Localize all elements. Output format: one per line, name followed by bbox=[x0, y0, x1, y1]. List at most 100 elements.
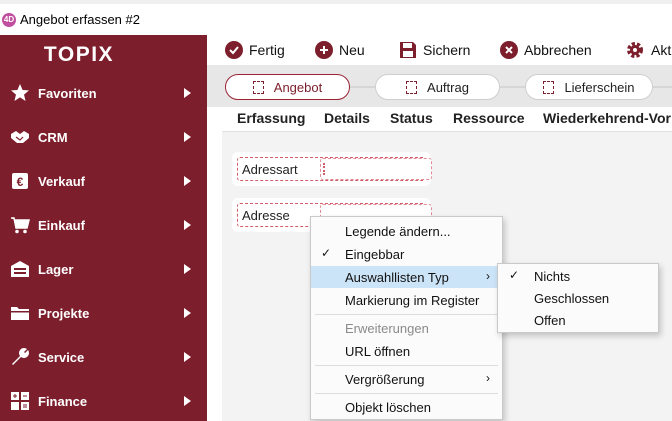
aktionen-button[interactable]: Akti bbox=[625, 35, 672, 65]
document-icon bbox=[406, 80, 418, 94]
chevron-right-icon bbox=[184, 220, 191, 230]
sales-icon: € bbox=[10, 171, 30, 191]
menu-item-label: URL öffnen bbox=[345, 343, 411, 359]
adressart-label: Adressart bbox=[242, 162, 298, 177]
adressart-input[interactable] bbox=[320, 158, 432, 180]
drag-handle-icon bbox=[323, 163, 327, 175]
menu-item-erweiterungen: Erweiterungen bbox=[311, 317, 502, 339]
topix-logo: TOPIX bbox=[43, 43, 115, 66]
app-icon: 4D bbox=[2, 12, 16, 27]
menu-item-label: Legende ändern... bbox=[345, 223, 451, 239]
sidebar-item-label: Verkauf bbox=[38, 173, 85, 189]
chevron-right-icon bbox=[184, 176, 191, 186]
cart-icon bbox=[10, 215, 30, 235]
chevron-right-icon: › bbox=[486, 371, 490, 385]
sidebar-item-einkauf[interactable]: Einkauf bbox=[0, 205, 207, 245]
checkmark-icon: ✓ bbox=[321, 246, 332, 260]
chevron-right-icon bbox=[184, 264, 191, 274]
handshake-icon bbox=[10, 127, 30, 147]
wrench-icon bbox=[10, 347, 30, 367]
menu-item-label: Erweiterungen bbox=[345, 320, 429, 336]
menu-item-markierung[interactable]: Markierung im Register bbox=[311, 289, 502, 311]
submenu-item-label: Geschlossen bbox=[534, 290, 610, 306]
document-icon bbox=[252, 80, 264, 94]
chevron-right-icon bbox=[184, 308, 191, 318]
sidebar-item-label: Lager bbox=[38, 261, 74, 277]
chevron-right-icon bbox=[184, 352, 191, 362]
abbrechen-label: Abbrechen bbox=[524, 42, 592, 58]
document-icon bbox=[543, 80, 555, 94]
checkmark-icon: ✓ bbox=[509, 268, 520, 282]
workflow-step-auftrag[interactable]: Auftrag bbox=[375, 74, 500, 100]
menu-item-label: Eingebbar bbox=[345, 246, 405, 262]
tab-erfassung[interactable]: Erfassung bbox=[237, 110, 305, 126]
sidebar-item-projekte[interactable]: Projekte bbox=[0, 293, 207, 333]
adressart-field-group: Adressart bbox=[232, 152, 432, 186]
sidebar-item-verkauf[interactable]: € Verkauf bbox=[0, 161, 207, 201]
menu-separator bbox=[315, 393, 498, 394]
sidebar-item-service[interactable]: Service bbox=[0, 337, 207, 377]
submenu-item-label: Offen bbox=[534, 312, 566, 328]
submenu-auswahllisten-typ: ✓ Nichts Geschlossen Offen bbox=[497, 263, 659, 333]
workflow-label: Lieferschein bbox=[564, 79, 635, 95]
submenu-item-nichts[interactable]: ✓ Nichts bbox=[498, 265, 658, 287]
menu-item-eingebbar[interactable]: ✓ Eingebbar bbox=[311, 243, 502, 265]
sidebar-item-label: Service bbox=[38, 349, 85, 365]
adresse-label: Adresse bbox=[242, 208, 290, 223]
window-title: Angebot erfassen #2 bbox=[20, 12, 140, 27]
title-bar: 4D Angebot erfassen #2 bbox=[0, 4, 672, 35]
chevron-right-icon bbox=[184, 88, 191, 98]
menu-item-label: Vergrößerung bbox=[345, 371, 425, 387]
abbrechen-button[interactable]: Abbrechen bbox=[500, 35, 592, 65]
submenu-item-label: Nichts bbox=[534, 268, 571, 284]
menu-item-label: Objekt löschen bbox=[345, 399, 431, 415]
sidebar-item-label: CRM bbox=[38, 129, 68, 145]
sidebar-item-crm[interactable]: CRM bbox=[0, 117, 207, 157]
neu-label: Neu bbox=[339, 42, 365, 58]
sichern-button[interactable]: Sichern bbox=[399, 35, 470, 65]
menu-separator bbox=[315, 314, 498, 315]
fertig-label: Fertig bbox=[249, 42, 285, 58]
tab-ressource[interactable]: Ressource bbox=[453, 110, 525, 126]
folder-icon bbox=[10, 303, 30, 323]
aktionen-label: Akti bbox=[651, 42, 672, 58]
tab-wiederkehrend[interactable]: Wiederkehrend-Vor bbox=[543, 110, 671, 126]
neu-button[interactable]: Neu bbox=[315, 35, 365, 65]
submenu-item-geschlossen[interactable]: Geschlossen bbox=[498, 287, 658, 309]
fertig-button[interactable]: Fertig bbox=[225, 35, 285, 65]
toolbar: Fertig Neu Sichern Abbrechen Akti bbox=[207, 35, 672, 65]
sidebar-item-label: Favoriten bbox=[38, 85, 97, 101]
workflow-step-angebot[interactable]: Angebot bbox=[225, 74, 350, 100]
sidebar-item-label: Einkauf bbox=[38, 217, 85, 233]
workflow-label: Auftrag bbox=[427, 79, 469, 95]
sidebar-item-label: Finance bbox=[38, 393, 88, 409]
menu-item-auswahllisten-typ[interactable]: Auswahllisten Typ › bbox=[311, 266, 502, 288]
sidebar-item-lager[interactable]: Lager bbox=[0, 249, 207, 289]
sidebar-item-finance[interactable]: Finance bbox=[0, 381, 207, 421]
sidebar-item-label: Projekte bbox=[38, 305, 90, 321]
tab-details[interactable]: Details bbox=[324, 110, 370, 126]
chevron-right-icon bbox=[184, 132, 191, 142]
plus-icon bbox=[315, 41, 333, 59]
sichern-label: Sichern bbox=[423, 42, 471, 58]
calculator-icon bbox=[10, 391, 30, 411]
menu-separator bbox=[315, 365, 498, 366]
submenu-item-offen[interactable]: Offen bbox=[498, 309, 658, 331]
warehouse-icon bbox=[10, 259, 30, 279]
checkmark-icon bbox=[225, 41, 243, 59]
tab-status[interactable]: Status bbox=[390, 110, 433, 126]
sidebar-item-favoriten[interactable]: Favoriten bbox=[0, 73, 207, 113]
svg-text:€: € bbox=[17, 175, 24, 189]
menu-item-vergroesserung[interactable]: Vergrößerung › bbox=[311, 368, 502, 390]
save-icon bbox=[399, 41, 417, 59]
menu-item-url-oeffnen[interactable]: URL öffnen bbox=[311, 340, 502, 362]
tab-bar: Erfassung Details Status Ressource Wiede… bbox=[222, 107, 672, 132]
workflow-step-lieferschein[interactable]: Lieferschein bbox=[525, 74, 653, 100]
menu-item-label: Auswahllisten Typ bbox=[345, 269, 449, 285]
menu-item-label: Markierung im Register bbox=[345, 292, 480, 308]
menu-item-objekt-loeschen[interactable]: Objekt löschen bbox=[311, 396, 502, 418]
context-menu: Legende ändern... ✓ Eingebbar Auswahllis… bbox=[310, 216, 503, 420]
menu-item-legende[interactable]: Legende ändern... bbox=[311, 220, 502, 242]
cancel-icon bbox=[500, 41, 518, 59]
workflow-label: Angebot bbox=[273, 79, 323, 95]
